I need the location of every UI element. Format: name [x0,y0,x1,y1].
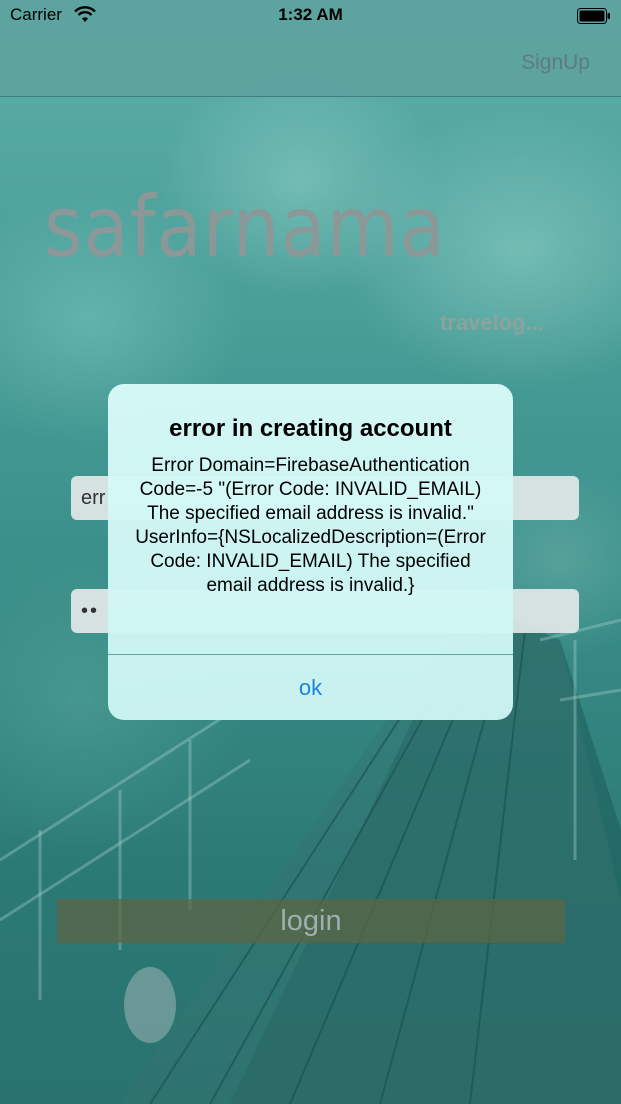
alert-title: error in creating account [169,415,452,442]
alert-ok-button[interactable]: ok [108,655,513,720]
alert-message: Error Domain=FirebaseAuthentication Code… [135,455,486,596]
error-alert-dialog: error in creating account Error Domain=F… [108,384,513,720]
